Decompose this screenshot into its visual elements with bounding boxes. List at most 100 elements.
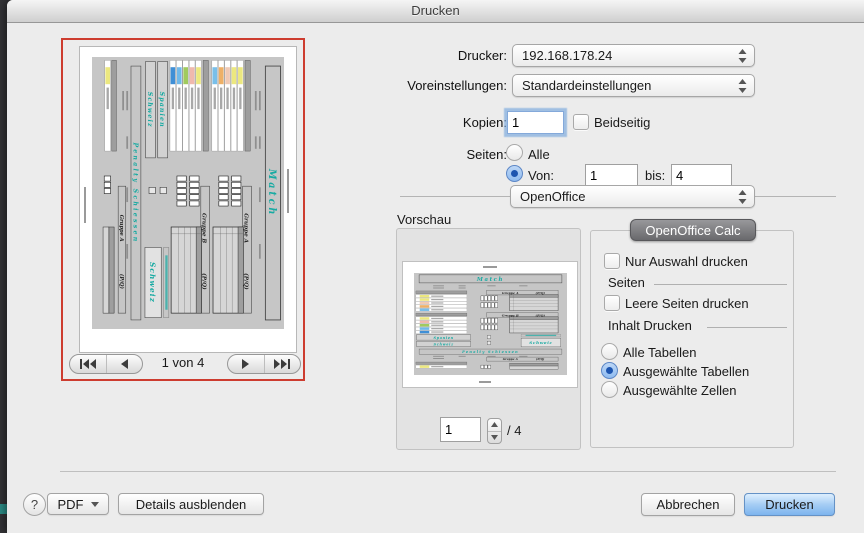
- only-selection-label: Nur Auswahl drucken: [625, 254, 748, 269]
- dialog-title: Drucken: [7, 3, 864, 18]
- stepper-up-button[interactable]: [488, 419, 501, 431]
- svg-text:Gruppe A: Gruppe A: [502, 291, 519, 295]
- app-section-popup-value: OpenOffice: [520, 189, 732, 204]
- sheet-title-band: Match: [265, 66, 280, 320]
- duplex-label: Beidseitig: [594, 115, 650, 130]
- svg-text:Schweiz: Schweiz: [148, 262, 157, 303]
- hide-details-label: Details ausblenden: [136, 497, 247, 512]
- pages-group-label: Seiten: [608, 275, 645, 290]
- svg-text:Match: Match: [476, 277, 504, 283]
- stepper-up-icon: [491, 422, 498, 427]
- last-page-button[interactable]: [264, 355, 301, 373]
- printer-popup[interactable]: 192.168.178.24: [512, 44, 755, 67]
- cancel-button-label: Abbrechen: [657, 497, 720, 512]
- print-button-label: Drucken: [765, 497, 813, 512]
- all-tables-radio[interactable]: [601, 343, 618, 360]
- svg-text:Penalty Schiessen: Penalty Schiessen: [131, 141, 138, 243]
- pages-to-label: bis:: [645, 168, 665, 183]
- pages-from-label: Von:: [528, 168, 554, 183]
- page-footer-text-mark: [479, 381, 491, 383]
- print-preview-frame: Match Gruppe A (P/Q): [61, 38, 305, 381]
- pages-from-radio[interactable]: [506, 165, 523, 182]
- stepper-down-button[interactable]: [488, 431, 501, 444]
- svg-text:Gruppe B: Gruppe B: [502, 313, 519, 317]
- sheet-title-band: Match: [419, 275, 562, 283]
- calc-panel-tab: OpenOffice Calc: [630, 219, 756, 241]
- footer-separator: [60, 471, 836, 472]
- screen: { "window": { "title": "Drucken" }, "pri…: [0, 0, 864, 533]
- popup-arrows-icon: [738, 49, 747, 63]
- background-window-fragment: [0, 504, 7, 514]
- duplex-checkbox[interactable]: [573, 114, 589, 130]
- group-divider: [707, 327, 787, 328]
- popup-arrows-icon: [738, 79, 747, 93]
- sheet-preview-graphic: Match Gruppe A (P/Q): [92, 57, 284, 329]
- calc-panel: Nur Auswahl drucken Seiten Leere Seiten …: [590, 230, 794, 448]
- vorschau-page: Match Gruppe A (P/Q): [402, 261, 578, 388]
- preview-nav-forward-group: [227, 354, 301, 374]
- vorschau-panel: Match Gruppe A (P/Q): [396, 228, 581, 450]
- svg-text:(P/Q): (P/Q): [536, 313, 546, 317]
- svg-text:Schweiz: Schweiz: [434, 342, 455, 346]
- svg-text:Spanien: Spanien: [158, 92, 165, 128]
- page-margin-text-mark: [287, 169, 289, 213]
- presets-popup[interactable]: Standardeinstellungen: [512, 74, 755, 97]
- pdf-menu-button[interactable]: PDF: [47, 493, 109, 515]
- svg-text:Match: Match: [266, 168, 277, 217]
- hide-details-button[interactable]: Details ausblenden: [118, 493, 264, 515]
- svg-text:Penalty Schiessen: Penalty Schiessen: [461, 350, 519, 354]
- pages-label: Seiten:: [347, 147, 507, 162]
- print-preview-sheet: Match Gruppe A (P/Q): [92, 57, 284, 329]
- content-group-label: Inhalt Drucken: [608, 318, 692, 333]
- svg-text:Gruppe A: Gruppe A: [118, 215, 124, 242]
- empty-pages-label: Leere Seiten drucken: [625, 296, 749, 311]
- title-bar: Drucken: [7, 0, 864, 23]
- print-button[interactable]: Drucken: [744, 493, 835, 516]
- pages-all-label: Alle: [528, 147, 550, 162]
- app-section-popup[interactable]: OpenOffice: [510, 185, 755, 208]
- last-page-icon: [274, 359, 290, 369]
- pages-from-input[interactable]: [585, 164, 638, 186]
- page-margin-text-mark: [84, 187, 86, 223]
- vorschau-page-input[interactable]: [440, 417, 481, 442]
- presets-label: Voreinstellungen:: [347, 78, 507, 93]
- selected-cells-label: Ausgewählte Zellen: [623, 383, 736, 398]
- copies-label: Kopien:: [347, 115, 507, 130]
- group-divider: [654, 284, 787, 285]
- svg-text:Gruppe A: Gruppe A: [503, 357, 519, 361]
- svg-text:(P/Q): (P/Q): [118, 274, 125, 289]
- vorschau-page-stepper: [487, 418, 502, 444]
- popup-arrows-icon: [738, 190, 747, 204]
- next-page-button[interactable]: [228, 355, 264, 373]
- vorschau-page-total: / 4: [507, 423, 521, 438]
- pdf-button-label: PDF: [58, 497, 84, 512]
- printer-label: Drucker:: [347, 48, 507, 63]
- printer-popup-value: 192.168.178.24: [522, 48, 732, 63]
- sheet-preview-graphic: Match Gruppe A (P/Q): [414, 273, 567, 375]
- only-selection-checkbox[interactable]: [604, 253, 620, 269]
- empty-pages-checkbox[interactable]: [604, 295, 620, 311]
- help-button[interactable]: ?: [23, 493, 46, 516]
- selected-tables-label: Ausgewählte Tabellen: [623, 364, 749, 379]
- presets-popup-value: Standardeinstellungen: [522, 78, 732, 93]
- print-preview-page: Match Gruppe A (P/Q): [79, 46, 297, 353]
- pages-to-input[interactable]: [671, 164, 732, 186]
- vorschau-sheet: Match Gruppe A (P/Q): [414, 273, 567, 375]
- chevron-down-icon: [91, 502, 99, 507]
- next-page-icon: [241, 359, 250, 369]
- svg-text:Schweiz: Schweiz: [146, 92, 153, 128]
- vorschau-label: Vorschau: [397, 212, 451, 227]
- selected-tables-radio[interactable]: [601, 362, 618, 379]
- svg-text:Spanien: Spanien: [433, 336, 453, 340]
- all-tables-label: Alle Tabellen: [623, 345, 696, 360]
- pages-all-radio[interactable]: [506, 144, 523, 161]
- help-button-label: ?: [31, 497, 38, 512]
- svg-text:(P/Q): (P/Q): [536, 357, 545, 361]
- stepper-down-icon: [491, 435, 498, 440]
- svg-text:(P/Q): (P/Q): [536, 291, 546, 295]
- page-header-text-mark: [483, 266, 497, 268]
- svg-text:Schweiz: Schweiz: [529, 340, 552, 345]
- copies-input[interactable]: [507, 111, 564, 134]
- cancel-button[interactable]: Abbrechen: [641, 493, 735, 516]
- selected-cells-radio[interactable]: [601, 381, 618, 398]
